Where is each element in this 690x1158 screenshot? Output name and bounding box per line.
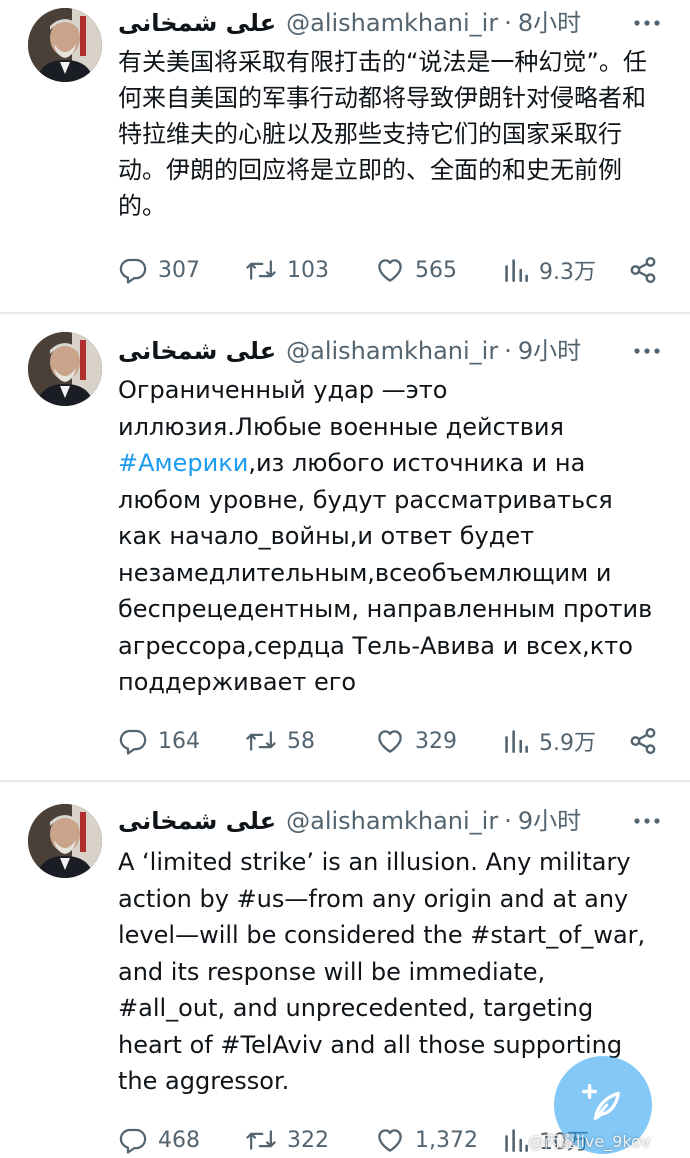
tweet-header: علی شمخانی @alishamkhani_ir · 9小时 xyxy=(118,336,630,366)
retweet-count: 322 xyxy=(287,1127,329,1153)
retweet-button[interactable]: 103 xyxy=(245,253,329,287)
separator: · xyxy=(504,9,512,37)
author-handle[interactable]: @alishamkhani_ir xyxy=(286,806,498,836)
like-button[interactable]: 565 xyxy=(375,253,457,287)
hashtag-link[interactable]: #Америки xyxy=(118,449,248,477)
retweet-icon xyxy=(245,255,277,285)
views-button[interactable]: 9.3万 xyxy=(503,253,596,287)
text-segment: ,из любого источника и на любом уровне, … xyxy=(118,449,660,696)
views-count: 5.9万 xyxy=(539,731,596,756)
views-icon xyxy=(503,726,529,756)
views-icon xyxy=(503,1125,529,1155)
retweet-icon xyxy=(245,726,277,756)
tweet-text: Ограниченный удар —это иллюзия.Любые вое… xyxy=(118,372,658,701)
avatar[interactable] xyxy=(28,332,102,406)
text-segment: Ограниченный удар —это иллюзия.Любые вое… xyxy=(118,376,572,441)
share-icon xyxy=(628,255,658,285)
more-icon[interactable] xyxy=(632,336,662,366)
timestamp[interactable]: 9小时 xyxy=(518,806,581,836)
more-icon[interactable] xyxy=(632,8,662,38)
share-button[interactable] xyxy=(628,724,658,758)
author-handle[interactable]: @alishamkhani_ir xyxy=(286,336,498,366)
heart-icon xyxy=(375,1125,405,1155)
author-handle[interactable]: @alishamkhani_ir xyxy=(286,8,498,38)
reply-button[interactable]: 164 xyxy=(118,724,200,758)
reply-icon xyxy=(118,726,148,756)
tweet-header: علی شمخانی @alishamkhani_ir · 8小时 xyxy=(118,8,630,38)
like-button[interactable]: 1,372 xyxy=(375,1123,478,1157)
views-icon xyxy=(503,255,529,285)
views-button[interactable]: 5.9万 xyxy=(503,724,596,758)
reply-button[interactable]: 468 xyxy=(118,1123,200,1157)
separator: · xyxy=(504,337,512,365)
reply-button[interactable]: 307 xyxy=(118,253,200,287)
avatar[interactable] xyxy=(28,804,102,878)
retweet-button[interactable]: 58 xyxy=(245,724,315,758)
share-icon xyxy=(628,726,658,756)
tweet-1[interactable]: علی شمخانی @alishamkhani_ir · 8小时 有关美国将采… xyxy=(0,0,690,312)
timestamp[interactable]: 9小时 xyxy=(518,336,581,366)
like-button[interactable]: 329 xyxy=(375,724,457,758)
views-count: 9.3万 xyxy=(539,260,596,285)
retweet-icon xyxy=(245,1125,277,1155)
retweet-button[interactable]: 322 xyxy=(245,1123,329,1157)
tweet-2[interactable]: علی شمخانی @alishamkhani_ir · 9小时 Ограни… xyxy=(0,314,690,780)
timestamp[interactable]: 8小时 xyxy=(518,8,581,38)
tweet-header: علی شمخانی @alishamkhani_ir · 9小时 xyxy=(118,806,630,836)
reply-icon xyxy=(118,1125,148,1155)
retweet-count: 58 xyxy=(287,728,315,754)
reply-icon xyxy=(118,255,148,285)
reply-count: 164 xyxy=(158,728,200,754)
like-count: 329 xyxy=(415,728,457,754)
share-button[interactable] xyxy=(628,253,658,287)
avatar[interactable] xyxy=(28,8,102,82)
like-count: 565 xyxy=(415,257,457,283)
action-bar: 164 58 329 5.9万 xyxy=(118,724,663,758)
author-name[interactable]: علی شمخانی xyxy=(118,8,276,38)
reply-count: 468 xyxy=(158,1127,200,1153)
author-name[interactable]: علی شمخانی xyxy=(118,336,276,366)
separator: · xyxy=(504,807,512,835)
reply-count: 307 xyxy=(158,257,200,283)
heart-icon xyxy=(375,726,405,756)
like-count: 1,372 xyxy=(415,1127,478,1153)
action-bar: 307 103 565 9.3万 xyxy=(118,253,663,287)
tweet-text: 有关美国将采取有限打击的“说法是一种幻觉”。任何来自美国的军事行动都将导致伊朗针… xyxy=(118,48,647,220)
author-name[interactable]: علی شمخانی xyxy=(118,806,276,836)
retweet-count: 103 xyxy=(287,257,329,283)
tweet-text: A ‘limited strike’ is an illusion. Any m… xyxy=(118,848,653,1095)
more-icon[interactable] xyxy=(632,806,662,836)
compose-icon xyxy=(580,1080,626,1130)
watermark: @丙嘉live_9kov xyxy=(528,1132,651,1151)
heart-icon xyxy=(375,255,405,285)
